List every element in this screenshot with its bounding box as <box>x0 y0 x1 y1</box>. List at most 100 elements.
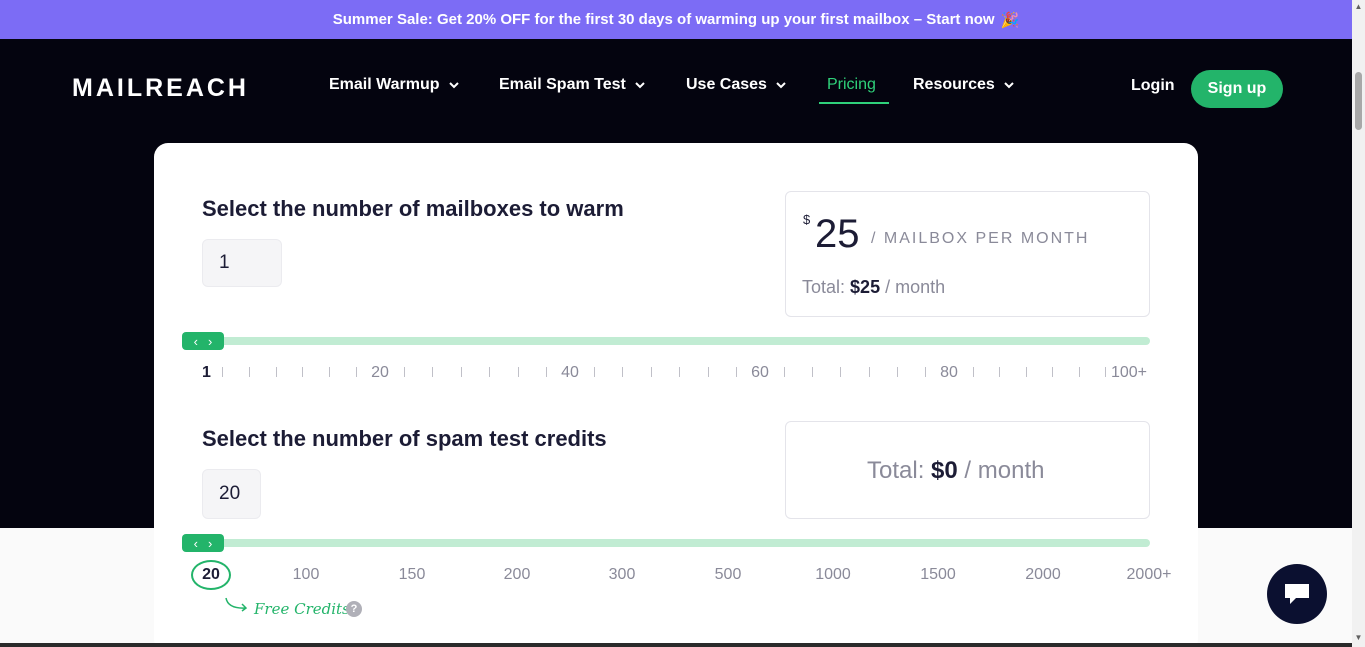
signup-button[interactable]: Sign up <box>1191 70 1283 108</box>
mailboxes-scale-tick <box>461 367 462 377</box>
mailbox-price-unit: / MAILBOX PER MONTH <box>871 230 1090 247</box>
mailboxes-scale-tick <box>1105 367 1106 377</box>
mailboxes-scale-tick <box>518 367 519 377</box>
chevron-right-icon: › <box>208 535 213 551</box>
chevron-down-icon <box>776 82 786 89</box>
chat-button[interactable] <box>1267 564 1327 624</box>
scroll-down-icon[interactable]: ▼ <box>1354 633 1363 642</box>
chevron-down-icon <box>448 82 459 89</box>
mailboxes-scale-tick <box>302 367 303 377</box>
chevron-down-icon <box>635 82 645 89</box>
mailboxes-scale-tick <box>276 367 277 377</box>
spam-scale-label[interactable]: 100 <box>293 566 320 584</box>
mailboxes-scale-tick <box>594 367 595 377</box>
help-icon[interactable]: ? <box>346 601 362 617</box>
mailboxes-scale-tick <box>329 367 330 377</box>
spam-slider-handle[interactable]: ‹ › <box>182 534 224 552</box>
mailboxes-scale-tick <box>356 367 357 377</box>
spam-scale-label[interactable]: 2000 <box>1025 566 1061 584</box>
nav-resources[interactable]: Resources <box>913 76 1015 94</box>
chevron-down-icon <box>1004 82 1014 89</box>
mailboxes-scale-label: 1 <box>202 364 211 381</box>
mailboxes-scale-tick <box>404 367 405 377</box>
nav-pricing-label: Pricing <box>827 76 876 93</box>
nav-pricing[interactable]: Pricing <box>827 76 876 94</box>
mailboxes-scale-tick <box>840 367 841 377</box>
spam-slider-track[interactable] <box>182 539 1150 547</box>
spam-scale-label-selected[interactable]: 20 <box>191 560 231 590</box>
mailboxes-scale-tick <box>736 367 737 377</box>
spam-scale-label[interactable]: 200 <box>504 566 531 584</box>
mailboxes-scale-label: 100+ <box>1110 364 1148 381</box>
mailboxes-scale-tick <box>925 367 926 377</box>
mailboxes-slider-track[interactable] <box>182 337 1150 345</box>
mailboxes-scale-tick <box>784 367 785 377</box>
mailbox-price: 25 <box>815 212 860 256</box>
mailbox-price-box: $ 25 / MAILBOX PER MONTH Total: $25 / mo… <box>785 191 1150 317</box>
mailboxes-input[interactable]: 1 <box>202 239 282 287</box>
promo-banner[interactable]: Summer Sale: Get 20% OFF for the first 3… <box>0 0 1352 39</box>
chevron-left-icon: ‹ <box>193 333 198 349</box>
mailboxes-scale-tick <box>897 367 898 377</box>
spam-scale-label[interactable]: 2000+ <box>1127 566 1172 584</box>
free-credits-note: Free Credits <box>254 600 350 618</box>
mailboxes-scale-tick <box>1026 367 1027 377</box>
mailboxes-scale-label: 80 <box>940 364 958 381</box>
mailboxes-scale-tick <box>651 367 652 377</box>
promo-text: Summer Sale: Get 20% OFF for the first 3… <box>332 11 995 28</box>
mailboxes-scale-tick <box>546 367 547 377</box>
mailboxes-slider-handle[interactable]: ‹ › <box>182 332 224 350</box>
mailboxes-title: Select the number of mailboxes to warm <box>202 196 624 221</box>
mailboxes-scale-label: 20 <box>371 364 389 381</box>
nav-email-spam-test-label: Email Spam Test <box>499 76 626 93</box>
nav-email-warmup[interactable]: Email Warmup <box>329 76 460 94</box>
nav-email-spam-test[interactable]: Email Spam Test <box>499 76 646 94</box>
login-link[interactable]: Login <box>1131 77 1175 95</box>
spam-total-value: $0 <box>931 457 958 484</box>
mailboxes-scale-tick <box>1079 367 1080 377</box>
mailboxes-scale-label: 60 <box>751 364 769 381</box>
spam-scale-label[interactable]: 150 <box>399 566 426 584</box>
mailboxes-scale-tick <box>812 367 813 377</box>
mailboxes-scale-tick <box>432 367 433 377</box>
mailboxes-scale-tick <box>679 367 680 377</box>
mailboxes-scale-tick <box>222 367 223 377</box>
mailbox-total: Total: $25 / month <box>802 277 945 298</box>
mailboxes-scale-tick <box>622 367 623 377</box>
mailboxes-scale-tick <box>489 367 490 377</box>
spam-credits-title: Select the number of spam test credits <box>202 426 607 451</box>
spam-price-box: Total: $0 / month <box>785 421 1150 519</box>
spam-scale-label[interactable]: 1500 <box>920 566 956 584</box>
mailboxes-scale-tick <box>249 367 250 377</box>
chevron-right-icon: › <box>208 333 213 349</box>
spam-scale-label[interactable]: 300 <box>609 566 636 584</box>
spam-total-label: Total: <box>867 457 925 484</box>
total-suffix: / month <box>885 277 946 297</box>
spam-scale-label[interactable]: 1000 <box>815 566 851 584</box>
nav-use-cases[interactable]: Use Cases <box>686 76 787 94</box>
nav-use-cases-label: Use Cases <box>686 76 767 93</box>
next-section-edge <box>0 643 1352 647</box>
mailboxes-scale-tick <box>999 367 1000 377</box>
nav-email-warmup-label: Email Warmup <box>329 76 440 93</box>
scroll-up-icon[interactable]: ▲ <box>1354 2 1363 11</box>
chat-bubble-icon <box>1285 584 1309 604</box>
chevron-left-icon: ‹ <box>193 535 198 551</box>
mailboxes-scale-tick <box>869 367 870 377</box>
total-label: Total: <box>802 277 846 297</box>
nav-active-underline <box>819 102 889 104</box>
mailboxes-scale-tick <box>973 367 974 377</box>
spam-total: Total: $0 / month <box>867 457 1044 485</box>
nav-resources-label: Resources <box>913 76 995 93</box>
mailboxes-scale-label: 40 <box>561 364 579 381</box>
page-scrollbar[interactable]: ▲ ▼ <box>1352 0 1365 647</box>
curved-arrow-icon <box>225 597 248 612</box>
mailboxes-scale-tick <box>1052 367 1053 377</box>
spam-scale-label[interactable]: 500 <box>715 566 742 584</box>
total-value: $25 <box>850 277 881 297</box>
scroll-thumb[interactable] <box>1355 72 1362 130</box>
party-icon: 🎉 <box>1000 11 1020 29</box>
mailboxes-scale-tick <box>708 367 709 377</box>
logo[interactable]: MAILREACH <box>72 74 249 103</box>
spam-credits-input[interactable]: 20 <box>202 469 261 519</box>
